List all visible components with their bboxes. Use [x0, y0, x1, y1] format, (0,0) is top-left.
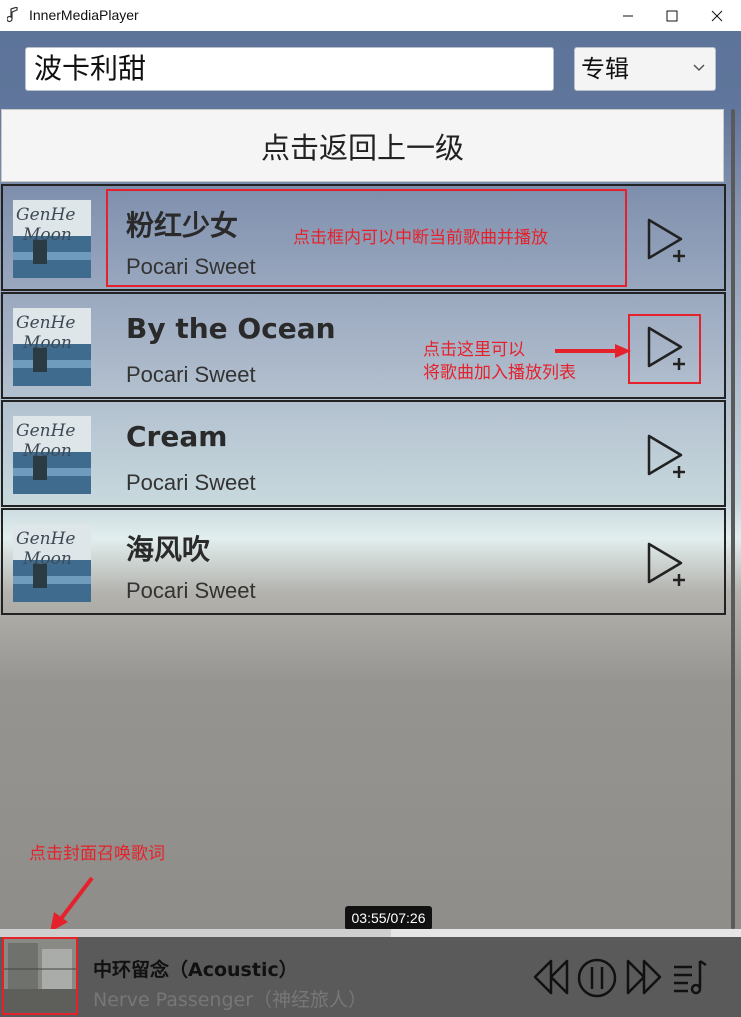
svg-text:GenHe: GenHe	[16, 421, 75, 441]
annotation-arrow-right-icon	[555, 344, 631, 358]
album-cover: GenHe Moon	[13, 200, 91, 278]
album-cover-image: GenHe Moon	[13, 524, 91, 602]
previous-icon[interactable]	[533, 957, 569, 997]
song-row[interactable]: GenHe Moon Cream Pocari Sweet	[1, 400, 726, 507]
svg-text:GenHe: GenHe	[16, 529, 75, 549]
now-playing-artist: Nerve Passenger（神经旅人）	[93, 989, 368, 1011]
add-to-playlist-icon[interactable]	[643, 540, 689, 588]
song-title: By the Ocean	[126, 312, 336, 345]
scrollbar-thumb[interactable]	[731, 109, 735, 929]
title-bar: InnerMediaPlayer	[0, 0, 741, 32]
minimize-button[interactable]	[605, 0, 651, 31]
add-to-playlist-icon[interactable]	[643, 432, 689, 480]
now-playing-cover-image	[4, 939, 76, 1013]
annotation-arrow-down-icon	[50, 876, 94, 932]
annotation-add-box	[628, 314, 701, 384]
album-cover-image: GenHe Moon	[13, 200, 91, 278]
next-icon[interactable]	[626, 957, 662, 997]
album-cover: GenHe Moon	[13, 308, 91, 386]
window-title: InnerMediaPlayer	[29, 7, 139, 23]
scrollbar[interactable]	[726, 109, 741, 929]
song-row[interactable]: GenHe Moon 海风吹 Pocari Sweet	[1, 508, 726, 615]
close-button[interactable]	[694, 0, 740, 31]
album-cover: GenHe Moon	[13, 416, 91, 494]
playlist-icon[interactable]	[672, 957, 708, 997]
song-artist: Pocari Sweet	[126, 470, 256, 495]
album-cover-image: GenHe Moon	[13, 416, 91, 494]
search-input[interactable]: 波卡利甜	[25, 47, 554, 91]
annotation-row-text: 点击框内可以中断当前歌曲并播放	[293, 228, 548, 248]
album-cover-image: GenHe Moon	[13, 308, 91, 386]
music-note-icon	[7, 7, 18, 23]
playback-time: 03:55/07:26	[345, 906, 432, 930]
annotation-add-text-1: 点击这里可以	[423, 340, 525, 360]
maximize-icon	[666, 10, 678, 21]
maximize-button[interactable]	[649, 0, 695, 31]
song-title: 海风吹	[126, 533, 211, 566]
svg-text:Moon: Moon	[22, 549, 72, 569]
close-icon	[711, 10, 723, 21]
player-bar: 中环留念（Acoustic） Nerve Passenger（神经旅人）	[0, 937, 741, 1017]
minimize-icon	[623, 15, 633, 16]
now-playing-title: 中环留念（Acoustic）	[93, 959, 298, 981]
svg-text:GenHe: GenHe	[16, 313, 75, 333]
search-mode-select[interactable]: 专辑	[574, 47, 716, 91]
pause-icon[interactable]	[576, 957, 618, 999]
svg-text:Moon: Moon	[22, 441, 72, 461]
svg-text:GenHe: GenHe	[16, 205, 75, 225]
chevron-down-icon	[693, 64, 705, 72]
now-playing-cover[interactable]	[2, 937, 78, 1015]
search-mode-value: 专辑	[581, 55, 629, 83]
add-to-playlist-icon[interactable]	[643, 216, 689, 264]
album-cover: GenHe Moon	[13, 524, 91, 602]
progress-bar[interactable]	[0, 929, 741, 937]
back-button[interactable]: 点击返回上一级	[1, 109, 724, 182]
svg-text:Moon: Moon	[22, 225, 72, 245]
svg-text:Moon: Moon	[22, 333, 72, 353]
progress-fill	[0, 929, 391, 937]
song-artist: Pocari Sweet	[126, 578, 256, 603]
annotation-cover-text: 点击封面召唤歌词	[29, 844, 165, 864]
song-title: Cream	[126, 420, 228, 453]
annotation-add-text-2: 将歌曲加入播放列表	[423, 363, 576, 383]
song-artist: Pocari Sweet	[126, 362, 256, 387]
